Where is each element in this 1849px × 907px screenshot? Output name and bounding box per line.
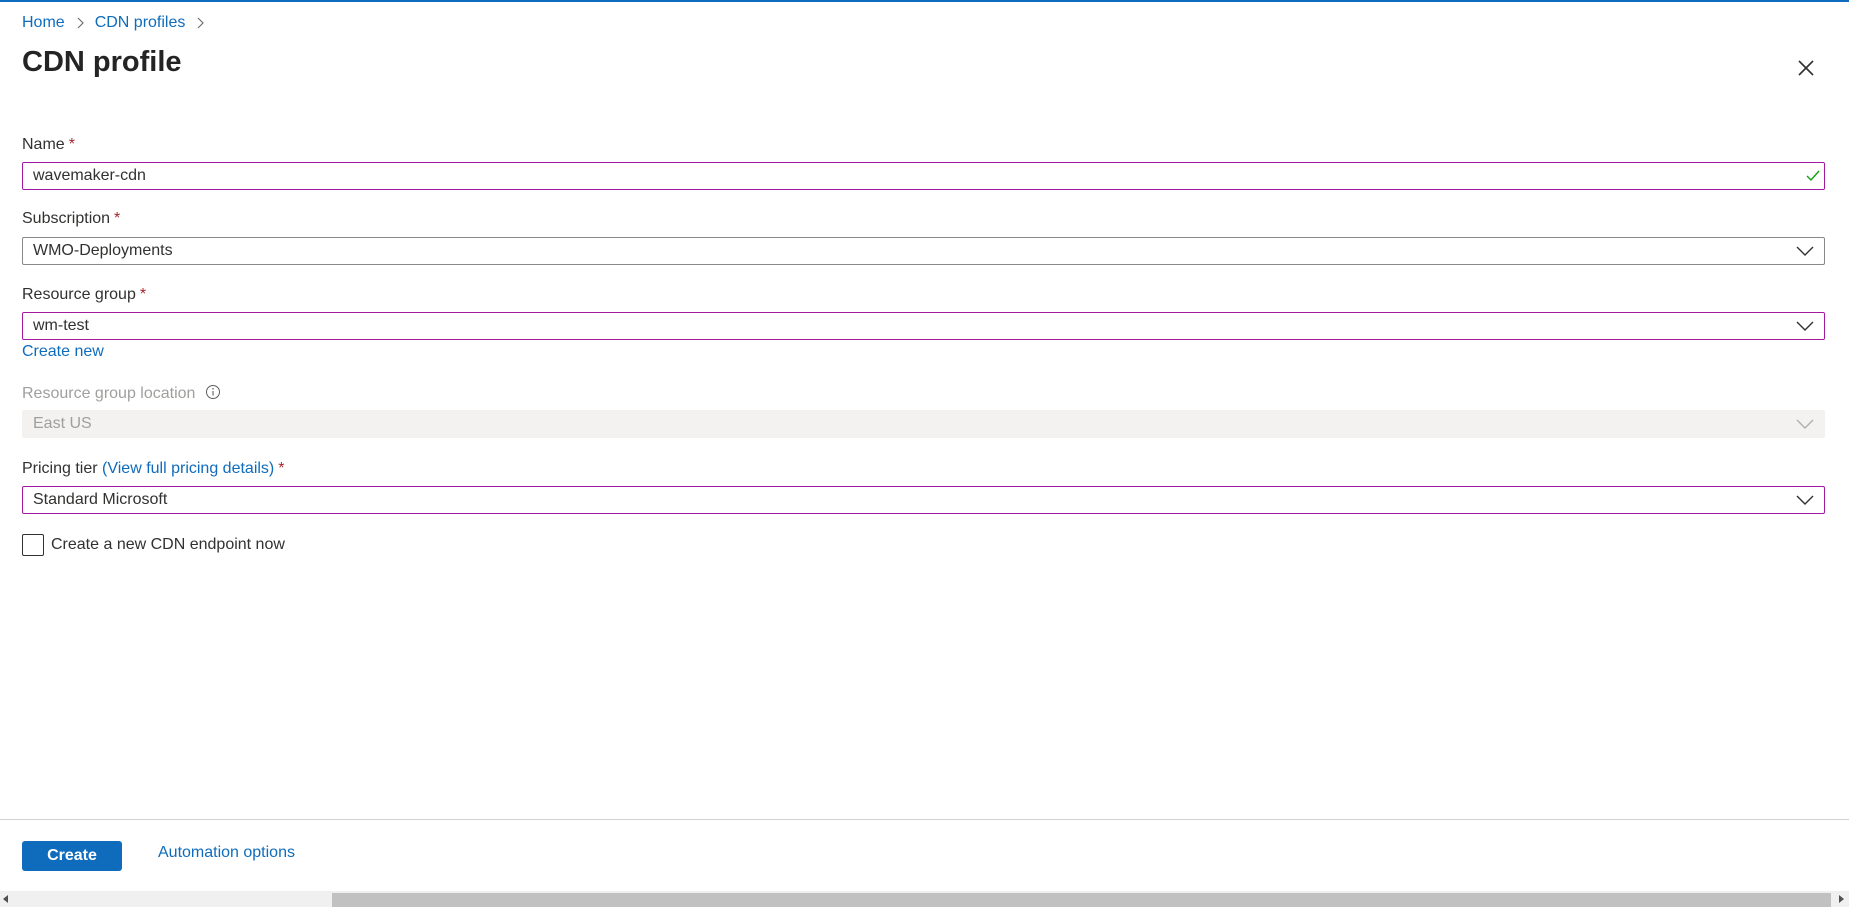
resource-group-location-label: Resource group location [22,384,221,403]
chevron-down-icon [1796,495,1814,505]
required-mark: * [139,286,147,303]
check-icon [1806,170,1820,182]
subscription-label: Subscription * [22,210,120,228]
resource-group-value: wm-test [33,317,89,334]
breadcrumb: Home CDN profiles [22,14,215,32]
name-label-text: Name [22,136,65,153]
paren-close: ) [268,460,275,477]
close-icon [1798,60,1814,76]
breadcrumb-home[interactable]: Home [22,14,65,32]
subscription-dropdown[interactable]: WMO-Deployments [22,237,1825,265]
pricing-tier-dropdown[interactable]: Standard Microsoft [22,486,1825,514]
pricing-tier-label-text: Pricing tier [22,460,98,477]
pricing-tier-label: Pricing tier (View full pricing details)… [22,460,284,478]
scroll-right-arrow-icon[interactable] [1839,895,1844,903]
resource-group-location-dropdown: East US [22,410,1825,438]
chevron-down-icon [1796,246,1814,256]
breadcrumb-cdn-profiles[interactable]: CDN profiles [95,14,186,32]
name-label: Name * [22,136,75,154]
close-button[interactable] [1795,57,1817,79]
chevron-down-icon [1796,419,1814,429]
pricing-details-link[interactable]: (View full pricing details) [102,460,274,477]
subscription-label-text: Subscription [22,210,111,227]
name-input[interactable] [33,167,1806,185]
chevron-right-icon [195,16,205,30]
page-title: CDN profile [22,46,182,78]
create-new-resource-group-link[interactable]: Create new [22,343,104,361]
info-icon[interactable] [205,384,221,400]
create-button[interactable]: Create [22,841,122,871]
resource-group-location-label-text: Resource group location [22,385,196,402]
create-endpoint-option[interactable]: Create a new CDN endpoint now [22,534,285,556]
footer-divider [0,819,1849,820]
resource-group-label: Resource group * [22,286,146,304]
resource-group-dropdown[interactable]: wm-test [22,312,1825,340]
chevron-right-icon [75,16,85,30]
resource-group-location-value: East US [33,415,92,432]
top-accent-bar [0,0,1849,2]
chevron-down-icon [1796,321,1814,331]
horizontal-scrollbar[interactable] [0,891,1849,907]
required-mark: * [68,136,75,153]
required-mark: * [278,460,285,477]
create-endpoint-checkbox[interactable] [22,534,44,556]
scrollbar-thumb[interactable] [332,893,1831,907]
automation-options-link[interactable]: Automation options [158,844,295,862]
name-field[interactable] [22,162,1825,190]
pricing-details-link-text: View full pricing details [107,460,269,477]
create-endpoint-label: Create a new CDN endpoint now [51,536,285,553]
resource-group-label-text: Resource group [22,286,136,303]
subscription-value: WMO-Deployments [33,242,173,259]
required-mark: * [114,210,121,227]
scroll-left-arrow-icon[interactable] [3,895,8,903]
pricing-tier-value: Standard Microsoft [33,491,168,508]
